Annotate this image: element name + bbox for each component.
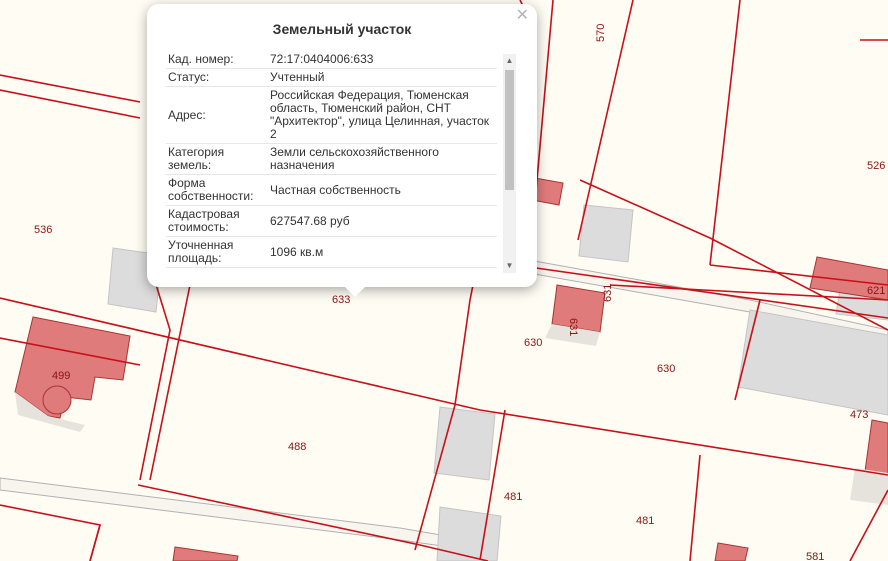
attr-value: Частная собственность [268, 174, 497, 206]
table-row: Форма собственности: Частная собственност… [166, 174, 497, 206]
parcel-label: 499 [52, 370, 70, 382]
attr-key: Уточненная площадь: [166, 236, 268, 268]
attr-value: Российская Федерация, Тюменская область,… [268, 86, 497, 144]
attr-value: Земли сельскохозяйственного назначения [268, 143, 497, 175]
parcel-label: 581 [806, 551, 824, 561]
scroll-up-icon[interactable]: ▲ [503, 54, 516, 68]
attr-key: Категория земель: [166, 143, 268, 175]
attr-value: 1096 кв.м [268, 236, 497, 268]
attr-key: Форма собственности: [166, 174, 268, 206]
attr-key: Статус: [166, 68, 268, 87]
parcel-label: 631 [602, 284, 614, 302]
close-icon[interactable]: ✕ [516, 7, 529, 25]
table-row: Уточненная площадь: 1096 кв.м [166, 236, 497, 268]
attr-key: Адрес: [166, 86, 268, 144]
parcel-label: 536 [34, 224, 52, 236]
parcel-label: 526 [867, 160, 885, 172]
parcel-label: 630 [657, 363, 675, 375]
parcel-label: 481 [636, 515, 654, 527]
parcel-label: 630 [524, 337, 542, 349]
popup-title: Земельный участок [272, 21, 412, 37]
table-row: Кадастровая стоимость: 627547.68 руб [166, 205, 497, 237]
attr-value: 627547.68 руб [268, 205, 497, 237]
scroll-down-icon[interactable]: ▼ [503, 259, 516, 273]
road-band [0, 477, 471, 551]
parcel-info-popup: Земельный участок ✕ Кад. номер: 72:17:040… [147, 4, 537, 297]
table-row: Кад. номер: 72:17:0404006:633 [166, 51, 497, 69]
scrollbar-thumb[interactable] [505, 70, 514, 190]
attr-key: Кад. номер: [166, 51, 268, 69]
table-row: Адрес: Российская Федерация, Тюменская об… [166, 86, 497, 144]
parcel-label: 488 [288, 441, 306, 453]
parcel-label: 631 [567, 318, 579, 336]
attributes-table: Кад. номер: 72:17:0404006:633 Статус: Учте… [166, 51, 497, 268]
attr-key: Кадастровая стоимость: [166, 205, 268, 237]
attr-value: 72:17:0404006:633 [268, 51, 497, 69]
parcel-label: 570 [595, 24, 607, 42]
scrollbar[interactable]: ▲ ▼ [503, 54, 516, 273]
parcel-label: 481 [504, 491, 522, 503]
attributes-table-container[interactable]: Кад. номер: 72:17:0404006:633 Статус: Учте… [166, 51, 517, 273]
parcel-label: 473 [850, 409, 868, 421]
table-row: Категория земель: Земли сельскохозяйствен… [166, 143, 497, 175]
attr-value: Учтенный [268, 68, 497, 87]
table-row: Статус: Учтенный [166, 68, 497, 87]
parcel-label: 621 [867, 285, 885, 297]
